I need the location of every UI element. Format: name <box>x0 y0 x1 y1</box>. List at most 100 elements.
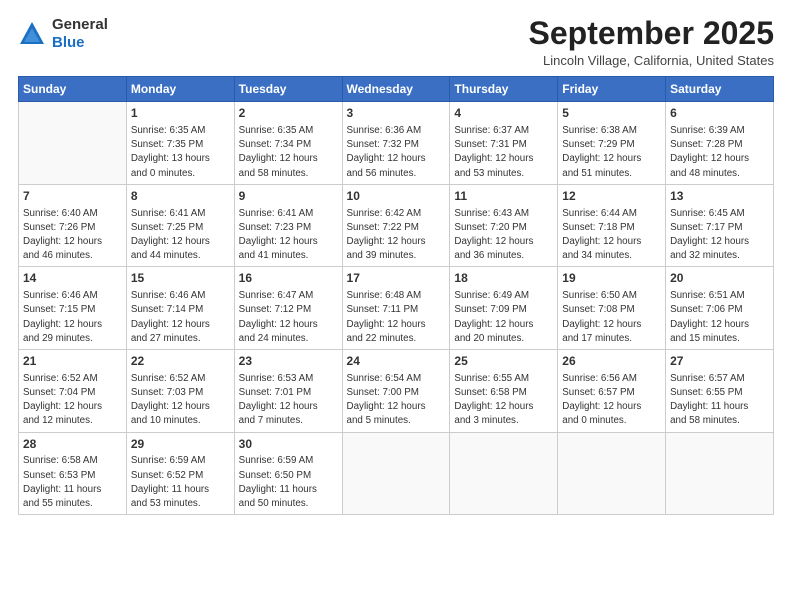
page: General Blue September 2025 Lincoln Vill… <box>0 0 792 612</box>
calendar-cell: 5Sunrise: 6:38 AM Sunset: 7:29 PM Daylig… <box>558 102 666 185</box>
calendar-cell: 25 Sunrise: 6:55 AM Sunset: 6:58 PM Dayli… <box>450 350 558 433</box>
calendar-cell <box>558 432 666 515</box>
day-number: 17 <box>347 270 446 287</box>
day-info: Sunrise: 6:51 AM Sunset: 7:06 PM Dayligh… <box>670 289 769 346</box>
calendar-cell: 6 Sunrise: 6:39 AM Sunset: 7:28 PM Daylig… <box>666 102 774 185</box>
col-header-thursday: Thursday <box>450 77 558 102</box>
calendar-cell: 13 Sunrise: 6:45 AM Sunset: 7:17 PM Dayli… <box>666 184 774 267</box>
day-info: Sunrise: 6:36 AM Sunset: 7:32 PM Dayligh… <box>347 124 446 181</box>
calendar-cell: 7 Sunrise: 6:40 AM Sunset: 7:26 PM Daylig… <box>19 184 127 267</box>
day-number: 11 <box>454 188 553 205</box>
day-info: Sunrise: 6:56 AM Sunset: 6:57 PM Dayligh… <box>562 372 661 429</box>
logo-icon <box>18 20 46 48</box>
day-info: Sunrise: 6:58 AM Sunset: 6:53 PM Dayligh… <box>23 454 122 511</box>
day-info: Sunrise: 6:54 AM Sunset: 7:00 PM Dayligh… <box>347 372 446 429</box>
calendar-cell: 19 Sunrise: 6:50 AM Sunset: 7:08 PM Dayli… <box>558 267 666 350</box>
calendar-cell: 21 Sunrise: 6:52 AM Sunset: 7:04 PM Dayli… <box>19 350 127 433</box>
day-info: Sunrise: 6:57 AM Sunset: 6:55 PM Dayligh… <box>670 372 769 429</box>
calendar-table: SundayMondayTuesdayWednesdayThursdayFrid… <box>18 76 774 515</box>
day-info: Sunrise: 6:49 AM Sunset: 7:09 PM Dayligh… <box>454 289 553 346</box>
calendar-week-4: 28Sunrise: 6:58 AM Sunset: 6:53 PM Dayli… <box>19 432 774 515</box>
calendar-cell: 4 Sunrise: 6:37 AM Sunset: 7:31 PM Daylig… <box>450 102 558 185</box>
day-info: Sunrise: 6:45 AM Sunset: 7:17 PM Dayligh… <box>670 207 769 264</box>
col-header-sunday: Sunday <box>19 77 127 102</box>
day-info: Sunrise: 6:50 AM Sunset: 7:08 PM Dayligh… <box>562 289 661 346</box>
day-info: Sunrise: 6:52 AM Sunset: 7:03 PM Dayligh… <box>131 372 230 429</box>
day-number: 27 <box>670 353 769 370</box>
day-number: 14 <box>23 270 122 287</box>
calendar-cell <box>342 432 450 515</box>
col-header-wednesday: Wednesday <box>342 77 450 102</box>
day-info: Sunrise: 6:39 AM Sunset: 7:28 PM Dayligh… <box>670 124 769 181</box>
day-number: 4 <box>454 105 553 122</box>
calendar-header-row: SundayMondayTuesdayWednesdayThursdayFrid… <box>19 77 774 102</box>
calendar-cell: 3 Sunrise: 6:36 AM Sunset: 7:32 PM Daylig… <box>342 102 450 185</box>
day-number: 2 <box>239 105 338 122</box>
calendar-cell: 23 Sunrise: 6:53 AM Sunset: 7:01 PM Dayli… <box>234 350 342 433</box>
day-info: Sunrise: 6:40 AM Sunset: 7:26 PM Dayligh… <box>23 207 122 264</box>
calendar-week-0: 1 Sunrise: 6:35 AM Sunset: 7:35 PM Daylig… <box>19 102 774 185</box>
location-subtitle: Lincoln Village, California, United Stat… <box>529 53 774 68</box>
calendar-cell: 14 Sunrise: 6:46 AM Sunset: 7:15 PM Dayli… <box>19 267 127 350</box>
day-info: Sunrise: 6:35 AM Sunset: 7:35 PM Dayligh… <box>131 124 230 181</box>
day-number: 28 <box>23 436 122 453</box>
day-number: 8 <box>131 188 230 205</box>
col-header-monday: Monday <box>126 77 234 102</box>
calendar-week-3: 21 Sunrise: 6:52 AM Sunset: 7:04 PM Dayli… <box>19 350 774 433</box>
col-header-saturday: Saturday <box>666 77 774 102</box>
calendar-cell: 18 Sunrise: 6:49 AM Sunset: 7:09 PM Dayli… <box>450 267 558 350</box>
day-number: 29 <box>131 436 230 453</box>
day-info: Sunrise: 6:35 AM Sunset: 7:34 PM Dayligh… <box>239 124 338 181</box>
day-number: 10 <box>347 188 446 205</box>
month-title: September 2025 <box>529 16 774 51</box>
day-number: 20 <box>670 270 769 287</box>
day-info: Sunrise: 6:53 AM Sunset: 7:01 PM Dayligh… <box>239 372 338 429</box>
day-number: 30 <box>239 436 338 453</box>
day-number: 22 <box>131 353 230 370</box>
day-number: 5 <box>562 105 661 122</box>
calendar-cell: 1 Sunrise: 6:35 AM Sunset: 7:35 PM Daylig… <box>126 102 234 185</box>
calendar-cell: 26Sunrise: 6:56 AM Sunset: 6:57 PM Dayli… <box>558 350 666 433</box>
day-info: Sunrise: 6:55 AM Sunset: 6:58 PM Dayligh… <box>454 372 553 429</box>
calendar-cell <box>450 432 558 515</box>
calendar-cell: 29Sunrise: 6:59 AM Sunset: 6:52 PM Dayli… <box>126 432 234 515</box>
day-number: 12 <box>562 188 661 205</box>
calendar-cell <box>666 432 774 515</box>
calendar-cell: 30Sunrise: 6:59 AM Sunset: 6:50 PM Dayli… <box>234 432 342 515</box>
day-info: Sunrise: 6:48 AM Sunset: 7:11 PM Dayligh… <box>347 289 446 346</box>
day-info: Sunrise: 6:59 AM Sunset: 6:50 PM Dayligh… <box>239 454 338 511</box>
calendar-cell: 9Sunrise: 6:41 AM Sunset: 7:23 PM Daylig… <box>234 184 342 267</box>
day-info: Sunrise: 6:42 AM Sunset: 7:22 PM Dayligh… <box>347 207 446 264</box>
day-number: 19 <box>562 270 661 287</box>
calendar-cell: 28Sunrise: 6:58 AM Sunset: 6:53 PM Dayli… <box>19 432 127 515</box>
day-number: 15 <box>131 270 230 287</box>
calendar-cell: 16Sunrise: 6:47 AM Sunset: 7:12 PM Dayli… <box>234 267 342 350</box>
day-info: Sunrise: 6:46 AM Sunset: 7:15 PM Dayligh… <box>23 289 122 346</box>
calendar-cell: 12 Sunrise: 6:44 AM Sunset: 7:18 PM Dayli… <box>558 184 666 267</box>
day-info: Sunrise: 6:44 AM Sunset: 7:18 PM Dayligh… <box>562 207 661 264</box>
calendar-cell: 24Sunrise: 6:54 AM Sunset: 7:00 PM Dayli… <box>342 350 450 433</box>
day-info: Sunrise: 6:59 AM Sunset: 6:52 PM Dayligh… <box>131 454 230 511</box>
day-number: 13 <box>670 188 769 205</box>
calendar-cell <box>19 102 127 185</box>
calendar-cell: 22 Sunrise: 6:52 AM Sunset: 7:03 PM Dayli… <box>126 350 234 433</box>
day-number: 1 <box>131 105 230 122</box>
day-info: Sunrise: 6:46 AM Sunset: 7:14 PM Dayligh… <box>131 289 230 346</box>
day-number: 7 <box>23 188 122 205</box>
day-info: Sunrise: 6:43 AM Sunset: 7:20 PM Dayligh… <box>454 207 553 264</box>
calendar-cell: 10 Sunrise: 6:42 AM Sunset: 7:22 PM Dayli… <box>342 184 450 267</box>
day-number: 6 <box>670 105 769 122</box>
day-number: 21 <box>23 353 122 370</box>
day-number: 23 <box>239 353 338 370</box>
day-number: 18 <box>454 270 553 287</box>
calendar-cell: 8 Sunrise: 6:41 AM Sunset: 7:25 PM Daylig… <box>126 184 234 267</box>
header: General Blue September 2025 Lincoln Vill… <box>18 16 774 68</box>
calendar-cell: 20 Sunrise: 6:51 AM Sunset: 7:06 PM Dayli… <box>666 267 774 350</box>
day-number: 3 <box>347 105 446 122</box>
calendar-cell: 15 Sunrise: 6:46 AM Sunset: 7:14 PM Dayli… <box>126 267 234 350</box>
day-info: Sunrise: 6:41 AM Sunset: 7:25 PM Dayligh… <box>131 207 230 264</box>
calendar-cell: 11 Sunrise: 6:43 AM Sunset: 7:20 PM Dayli… <box>450 184 558 267</box>
day-info: Sunrise: 6:52 AM Sunset: 7:04 PM Dayligh… <box>23 372 122 429</box>
day-number: 25 <box>454 353 553 370</box>
day-info: Sunrise: 6:37 AM Sunset: 7:31 PM Dayligh… <box>454 124 553 181</box>
